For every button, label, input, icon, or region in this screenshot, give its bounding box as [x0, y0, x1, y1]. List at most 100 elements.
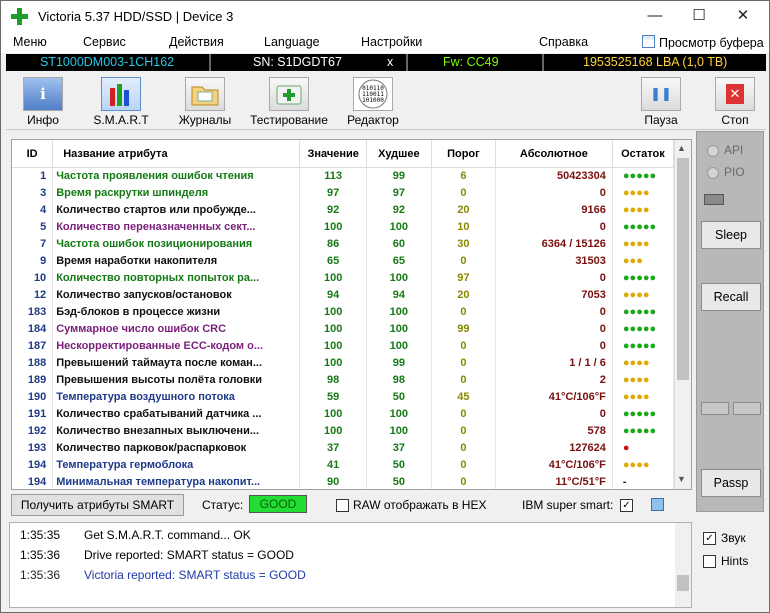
log-scrollbar[interactable] — [675, 523, 691, 607]
cell-id: 1 — [12, 167, 54, 185]
scroll-down-arrow-icon[interactable]: ▼ — [677, 474, 686, 484]
table-body: 1 Частота проявления ошибок чтения 113 99 6 5… — [12, 167, 675, 489]
cell-worst: 60 — [366, 235, 432, 253]
cell-name: Частота проявления ошибок чтения — [52, 167, 301, 185]
small-button-right[interactable] — [733, 402, 761, 415]
menu-item-actions[interactable]: Действия — [169, 35, 224, 49]
maximize-button[interactable]: ☐ — [676, 1, 722, 32]
cell-remaining: ●●●● — [612, 201, 675, 219]
cell-threshold: 6 — [431, 167, 496, 185]
log-line: 1:35:36 Victoria reported: SMART status =… — [20, 568, 306, 582]
table-row[interactable]: 5 Количество переназначенных сект... 100 10… — [12, 218, 675, 236]
table-row[interactable]: 10 Количество повторных попыток ра... 100 1… — [12, 269, 675, 287]
test-tab-label: Тестирование — [250, 113, 328, 127]
cell-id: 194 — [12, 473, 54, 489]
header-name[interactable]: Название атрибута — [52, 140, 301, 168]
recall-button[interactable]: Recall — [701, 283, 761, 311]
cell-name: Превышений таймаута после коман... — [52, 354, 301, 372]
menu-item-help[interactable]: Справка — [539, 35, 588, 49]
cell-remaining: ●●●●● — [612, 337, 675, 355]
table-row[interactable]: 194 Минимальная температура накопит... 90 5… — [12, 473, 675, 489]
small-button-left[interactable] — [701, 402, 729, 415]
smart-tab-button[interactable]: S.M.A.R.T — [86, 72, 156, 129]
table-row[interactable]: 193 Количество парковок/распарковок 37 37 0 1… — [12, 439, 675, 457]
hints-checkbox[interactable] — [703, 555, 716, 568]
close-button[interactable]: ✕ — [720, 1, 766, 32]
info-tab-label: Инфо — [27, 113, 59, 127]
api-radio[interactable] — [707, 145, 719, 157]
get-smart-button[interactable]: Получить атрибуты SMART — [11, 494, 184, 516]
cell-remaining: ●●●● — [612, 184, 675, 202]
table-row[interactable]: 190 Температура воздушного потока 59 50 45 41… — [12, 388, 675, 406]
pio-radio[interactable] — [707, 167, 719, 179]
table-scrollbar[interactable]: ▲ ▼ — [674, 140, 691, 489]
table-row[interactable]: 183 Бэд-блоков в процессе жизни 100 100 0 0 ●●… — [12, 303, 675, 321]
header-worst[interactable]: Худшее — [366, 140, 432, 168]
cell-raw: 1 / 1 / 6 — [495, 354, 613, 372]
raw-hex-checkbox[interactable] — [336, 499, 349, 512]
cell-id: 10 — [12, 269, 54, 287]
minimize-button[interactable]: — — [632, 1, 678, 32]
passp-button[interactable]: Passp — [701, 469, 761, 497]
table-row[interactable]: 194 Температура гермоблока 41 50 0 41°C/106°F… — [12, 456, 675, 474]
victoria-cross-icon — [11, 8, 28, 25]
menu-item-service[interactable]: Сервис — [83, 35, 126, 49]
power-indicator — [704, 194, 724, 205]
cell-remaining: ●●●●● — [612, 269, 675, 287]
cell-value: 100 — [299, 422, 367, 440]
info-tab-button[interactable]: i Инфо — [8, 72, 78, 129]
device-close-x[interactable]: x — [387, 54, 393, 71]
folder-graphic — [191, 86, 219, 106]
cell-value: 94 — [299, 286, 367, 304]
table-row[interactable]: 12 Количество запусков/остановок 94 94 20 705… — [12, 286, 675, 304]
cell-value: 97 — [299, 184, 367, 202]
table-row[interactable]: 9 Время наработки накопителя 65 65 0 31503 ●●● — [12, 252, 675, 270]
sound-checkbox[interactable]: ✓ — [703, 532, 716, 545]
menu-item-language[interactable]: Language — [264, 35, 320, 49]
stop-button[interactable]: ✕ Стоп — [700, 72, 770, 129]
table-row[interactable]: 189 Превышения высоты полёта головки 98 98 0… — [12, 371, 675, 389]
cell-id: 193 — [12, 439, 54, 457]
table-row[interactable]: 188 Превышений таймаута после коман... 100… — [12, 354, 675, 372]
header-value[interactable]: Значение — [299, 140, 367, 168]
folder-icon — [185, 77, 225, 111]
sleep-button[interactable]: Sleep — [701, 221, 761, 249]
menu-item-menu[interactable]: Меню — [13, 35, 47, 49]
pause-button[interactable]: ❚❚ Пауза — [626, 72, 696, 129]
cell-raw: 41°C/106°F — [495, 456, 613, 474]
buffer-view-button[interactable]: Просмотр буфера — [642, 35, 764, 50]
cell-name: Время наработки накопителя — [52, 252, 301, 270]
cell-raw: 9166 — [495, 201, 613, 219]
header-id[interactable]: ID — [12, 140, 54, 168]
table-scroll-thumb[interactable] — [677, 158, 689, 380]
cell-raw: 2 — [495, 371, 613, 389]
ibm-color-swatch[interactable] — [651, 498, 664, 511]
cell-threshold: 0 — [431, 439, 496, 457]
scroll-up-arrow-icon[interactable]: ▲ — [677, 143, 686, 153]
device-capacity: 1953525168 LBA (1,0 TB) — [583, 55, 728, 69]
logs-tab-button[interactable]: Журналы — [170, 72, 240, 129]
table-row[interactable]: 184 Суммарное число ошибок CRC 100 100 99 0 ●●… — [12, 320, 675, 338]
table-row[interactable]: 187 Нескорректированные ECC-кодом о... 100… — [12, 337, 675, 355]
table-row[interactable]: 192 Количество внезапных выключени... 100 1… — [12, 422, 675, 440]
cell-raw: 11°C/51°F — [495, 473, 613, 489]
buffer-view-label: Просмотр буфера — [659, 36, 764, 50]
log-scroll-thumb[interactable] — [677, 575, 689, 591]
editor-tab-button[interactable]: 010110 110011 101000 Редактор — [338, 72, 408, 129]
cell-name: Нескорректированные ECC-кодом о... — [52, 337, 301, 355]
log-time: 1:35:36 — [20, 568, 61, 582]
ibm-smart-checkbox[interactable]: ✓ — [620, 499, 633, 512]
header-raw[interactable]: Абсолютное — [495, 140, 613, 168]
test-tab-button[interactable]: Тестирование — [250, 72, 328, 129]
cell-threshold: 45 — [431, 388, 496, 406]
menu-item-settings[interactable]: Настройки — [361, 35, 422, 49]
table-row[interactable]: 3 Время раскрутки шпинделя 97 97 0 0 ●●●● — [12, 184, 675, 202]
table-row[interactable]: 191 Количество срабатываний датчика ... 10… — [12, 405, 675, 423]
table-row[interactable]: 7 Частота ошибок позиционирования 86 60 30 63… — [12, 235, 675, 253]
table-row[interactable]: 4 Количество стартов или пробужде... 92 92 2… — [12, 201, 675, 219]
header-threshold[interactable]: Порог — [431, 140, 496, 168]
cell-threshold: 97 — [431, 269, 496, 287]
header-remaining[interactable]: Остаток — [612, 140, 675, 168]
cell-name: Температура воздушного потока — [52, 388, 301, 406]
table-row[interactable]: 1 Частота проявления ошибок чтения 113 99 6 5… — [12, 167, 675, 185]
